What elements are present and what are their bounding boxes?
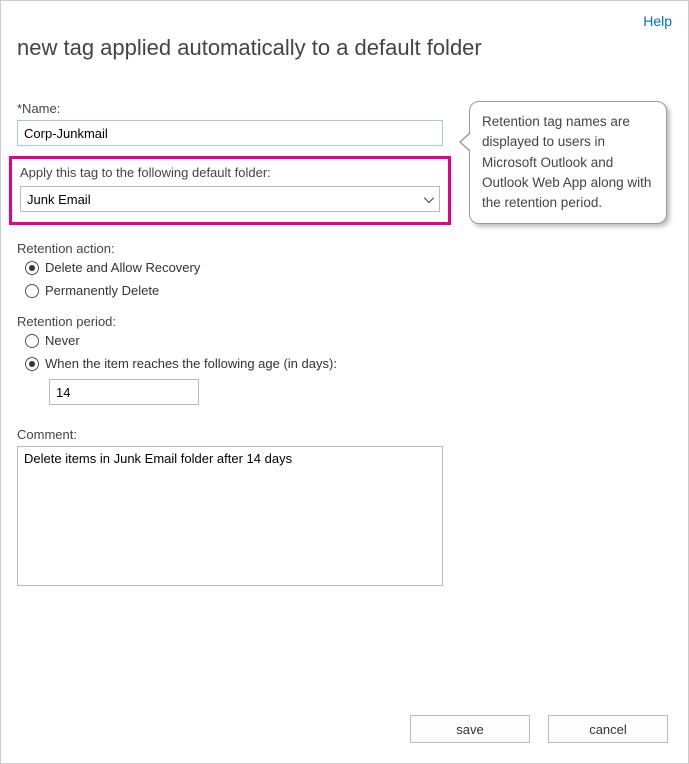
name-field: *Name: (17, 101, 443, 146)
folder-field-highlight: Apply this tag to the following default … (9, 156, 451, 225)
radio-button-icon (25, 334, 39, 348)
comment-textarea[interactable] (17, 446, 443, 586)
name-label: *Name: (17, 101, 443, 116)
retention-action-label: Retention action: (17, 241, 443, 256)
page-title: new tag applied automatically to a defau… (17, 35, 672, 61)
info-callout: Retention tag names are displayed to use… (469, 101, 667, 224)
radio-button-icon (25, 261, 39, 275)
radio-option[interactable]: Permanently Delete (25, 283, 443, 298)
retention-period-field: Retention period: Never When the item rea… (17, 314, 443, 405)
save-button[interactable]: save (410, 715, 530, 743)
name-input[interactable] (17, 120, 443, 146)
radio-label: Delete and Allow Recovery (45, 260, 200, 275)
comment-field: Comment: (17, 427, 443, 589)
radio-label: Permanently Delete (45, 283, 159, 298)
days-input[interactable] (49, 379, 199, 405)
radio-button-icon (25, 284, 39, 298)
form-column: *Name: Apply this tag to the following d… (17, 101, 443, 589)
days-input-wrap (49, 379, 443, 405)
folder-select-wrap: Junk Email (20, 186, 440, 212)
radio-option[interactable]: Never (25, 333, 443, 348)
radio-option[interactable]: Delete and Allow Recovery (25, 260, 443, 275)
radio-option[interactable]: When the item reaches the following age … (25, 356, 443, 371)
radio-button-icon (25, 357, 39, 371)
radio-label: When the item reaches the following age … (45, 356, 337, 371)
retention-action-radio-group: Delete and Allow Recovery Permanently Del… (25, 260, 443, 298)
folder-label: Apply this tag to the following default … (20, 165, 440, 180)
retention-period-radio-group: Never When the item reaches the following… (25, 333, 443, 371)
retention-action-field: Retention action: Delete and Allow Recov… (17, 241, 443, 298)
dialog-container: Help new tag applied automatically to a … (1, 1, 688, 763)
form-wrap: *Name: Apply this tag to the following d… (17, 101, 672, 589)
callout-text: Retention tag names are displayed to use… (482, 114, 651, 210)
retention-period-label: Retention period: (17, 314, 443, 329)
cancel-button[interactable]: cancel (548, 715, 668, 743)
button-row: save cancel (410, 715, 668, 743)
radio-label: Never (45, 333, 80, 348)
help-link[interactable]: Help (643, 13, 672, 29)
folder-select[interactable]: Junk Email (20, 186, 440, 212)
comment-label: Comment: (17, 427, 443, 442)
